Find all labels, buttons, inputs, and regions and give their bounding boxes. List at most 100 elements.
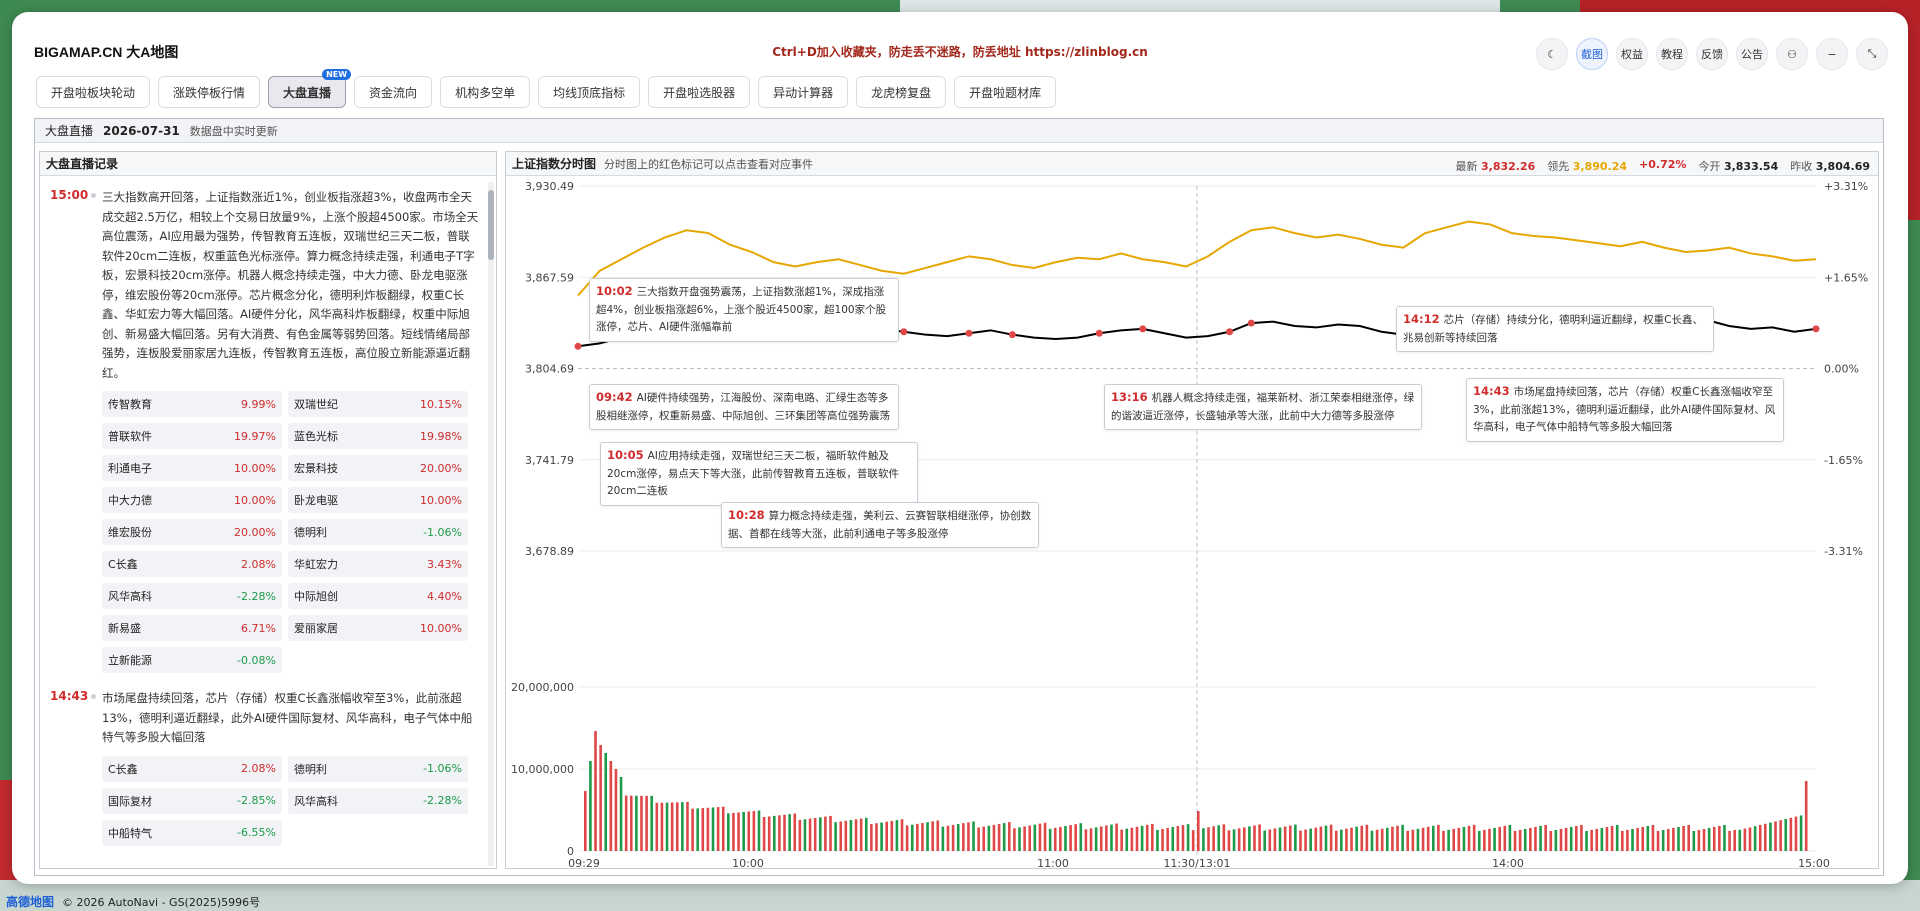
volume-bar	[1534, 826, 1537, 851]
volume-bar	[757, 810, 761, 851]
volume-bar	[1738, 829, 1742, 851]
stock-chip[interactable]: 中大力德 10.00%	[102, 487, 282, 513]
volume-bar	[1554, 829, 1558, 851]
volume-bar	[1580, 824, 1583, 851]
stock-chip[interactable]: 普联软件 19.97%	[102, 423, 282, 449]
event-annotation[interactable]: 09:42 AI硬件持续强势，江海股份、深南电路、汇绿生态等多股相继涨停，权重新易…	[589, 384, 899, 430]
volume-bar	[1242, 827, 1246, 851]
stock-chip[interactable]: 德明利 -1.06%	[288, 519, 468, 545]
event-time: 10:05	[607, 448, 644, 462]
volume-bar	[1237, 828, 1241, 851]
stock-chip[interactable]: 宏景科技 20.00%	[288, 455, 468, 481]
feed-scrollbar[interactable]	[488, 182, 494, 866]
tab-开盘啦板块轮动[interactable]: 开盘啦板块轮动	[36, 76, 151, 108]
event-time: 14:12	[1403, 312, 1440, 326]
volume-bar	[1794, 816, 1798, 851]
equity-button[interactable]: 权益	[1616, 38, 1648, 70]
stock-chip[interactable]: 卧龙电驱 10.00%	[288, 487, 468, 513]
volume-bar	[752, 811, 756, 851]
tab-龙虎榜复盘[interactable]: 龙虎榜复盘	[856, 76, 947, 108]
stock-chip[interactable]: 新易盛 6.71%	[102, 615, 282, 641]
volume-bar	[645, 795, 648, 851]
stock-chip[interactable]: 华虹宏力 3.43%	[288, 551, 468, 577]
volume-bar	[1467, 825, 1471, 851]
event-time: 10:02	[596, 284, 633, 298]
stock-name: C长鑫	[108, 558, 138, 571]
event-annotation[interactable]: 10:05 AI应用持续走强，双瑞世纪三天二板，福昕软件触及20cm涨停，易点天下…	[600, 442, 918, 506]
feed-title: 大盘直播记录	[40, 152, 496, 176]
feed-list[interactable]: 15:00 三大指数高开回落，上证指数涨近1%，创业板指涨超3%，收盘两市全天成交…	[40, 178, 486, 868]
entry-body: 市场尾盘持续回落，芯片（存储）权重C长鑫涨幅收窄至3%，此前涨超13%，德明利逼…	[102, 689, 480, 846]
stock-chip[interactable]: 中际旭创 4.40%	[288, 583, 468, 609]
volume-bar	[1386, 827, 1389, 851]
tab-开盘啦选股器[interactable]: 开盘啦选股器	[648, 76, 751, 108]
stock-chip[interactable]: C长鑫 2.08%	[102, 551, 282, 577]
stock-chip[interactable]: 爱丽家居 10.00%	[288, 615, 468, 641]
chart-panel: 上证指数分时图 分时图上的红色标记可以点击查看对应事件 最新 3,832.26 …	[505, 151, 1879, 869]
feedback-button[interactable]: 反馈	[1696, 38, 1728, 70]
fullscreen-icon[interactable]: ⤡	[1856, 38, 1888, 70]
volume-bar	[1544, 824, 1547, 851]
volume-bar	[1758, 825, 1762, 851]
volume-bar	[1585, 830, 1588, 851]
volume-bar	[732, 812, 735, 851]
tab-资金流向[interactable]: 资金流向	[354, 76, 433, 108]
stock-chip[interactable]: 传智教育 9.99%	[102, 391, 282, 417]
chart-title: 上证指数分时图	[512, 157, 597, 171]
minimize-icon[interactable]: −	[1816, 38, 1848, 70]
volume-bar	[1774, 821, 1777, 851]
tab-机构多空单[interactable]: 机构多空单	[440, 76, 531, 108]
stock-chip[interactable]: 蓝色光标 19.98%	[288, 423, 468, 449]
stock-chip[interactable]: 风华高科 -2.28%	[102, 583, 282, 609]
stock-chip[interactable]: 利通电子 10.00%	[102, 455, 282, 481]
volume-bar	[614, 769, 618, 851]
volume-bar	[1319, 826, 1323, 851]
event-annotation[interactable]: 13:16 机器人概念持续走强，福莱新材、浙江荣泰相继涨停，绿的谐波逼近涨停，长盛…	[1104, 384, 1422, 430]
volume-bar	[1452, 828, 1456, 851]
volume-bar	[854, 819, 858, 851]
event-marker	[1095, 329, 1103, 337]
volume-bar	[711, 807, 715, 851]
announcement-button[interactable]: 公告	[1736, 38, 1768, 70]
volume-bar	[1002, 823, 1006, 851]
stock-chip[interactable]: 双瑞世纪 10.15%	[288, 391, 468, 417]
tab-均线顶底指标[interactable]: 均线顶底指标	[538, 76, 641, 108]
volume-bar	[1646, 825, 1650, 851]
event-text: 算力概念持续走强，美利云、云赛智联相继涨停，协创数据、首都在线等大涨，此前利通电…	[728, 510, 1032, 540]
volume-bar	[1304, 829, 1307, 851]
stock-chip[interactable]: C长鑫 2.08%	[102, 755, 282, 782]
moon-icon[interactable]: ☾	[1536, 38, 1568, 70]
tab-大盘直播[interactable]: 大盘直播 NEW	[268, 69, 352, 108]
stock-name: 中大力德	[108, 494, 152, 507]
volume-bar	[956, 824, 960, 851]
screenshot-button[interactable]: 截图	[1576, 38, 1608, 70]
y-tick-label: 3,867.59	[525, 271, 574, 284]
tab-涨跌停板行情[interactable]: 涨跌停板行情	[158, 76, 261, 108]
tutorial-button[interactable]: 教程	[1656, 38, 1688, 70]
tab-异动计算器[interactable]: 异动计算器	[758, 76, 849, 108]
event-annotation[interactable]: 10:02 三大指数开盘强势震荡，上证指数涨超1%，深成指涨超4%，创业板指涨超6…	[589, 278, 899, 342]
volume-bar	[1099, 826, 1103, 851]
event-text: 芯片（存储）持续分化，德明利逼近翻绿，权重C长鑫、兆易创新等持续回落	[1403, 314, 1703, 344]
scrollbar-thumb[interactable]	[488, 190, 494, 260]
event-annotation[interactable]: 14:43 市场尾盘持续回落，芯片（存储）权重C长鑫涨幅收窄至3%，此前涨超13%…	[1466, 378, 1784, 442]
stock-chip[interactable]: 中船特气 -6.55%	[102, 819, 282, 846]
stock-chip[interactable]: 风华高科 -2.28%	[288, 787, 468, 814]
stock-change: -1.06%	[423, 525, 462, 539]
feed-entry: 14:43 市场尾盘持续回落，芯片（存储）权重C长鑫涨幅收窄至3%，此前涨超13%…	[40, 679, 486, 852]
user-icon[interactable]: ⚇	[1776, 38, 1808, 70]
event-annotation[interactable]: 14:12 芯片（存储）持续分化，德明利逼近翻绿，权重C长鑫、兆易创新等持续回落	[1396, 306, 1714, 352]
volume-bar	[1523, 828, 1527, 851]
event-annotation[interactable]: 10:28 算力概念持续走强，美利云、云赛智联相继涨停，协创数据、首都在线等大涨，…	[721, 502, 1039, 548]
stock-chip[interactable]: 德明利 -1.06%	[288, 755, 468, 782]
volume-bar	[1483, 829, 1486, 851]
volume-bar	[1094, 827, 1098, 851]
stock-chip[interactable]: 立新能源 -0.08%	[102, 647, 282, 673]
volume-bar	[1529, 827, 1532, 851]
tab-开盘啦题材库[interactable]: 开盘啦题材库	[954, 76, 1057, 108]
volume-bar	[1380, 828, 1384, 851]
event-marker	[900, 328, 908, 336]
stock-chip[interactable]: 维宏股份 20.00%	[102, 519, 282, 545]
stock-chip[interactable]: 国际复材 -2.85%	[102, 787, 282, 814]
volume-bar	[1105, 825, 1108, 851]
